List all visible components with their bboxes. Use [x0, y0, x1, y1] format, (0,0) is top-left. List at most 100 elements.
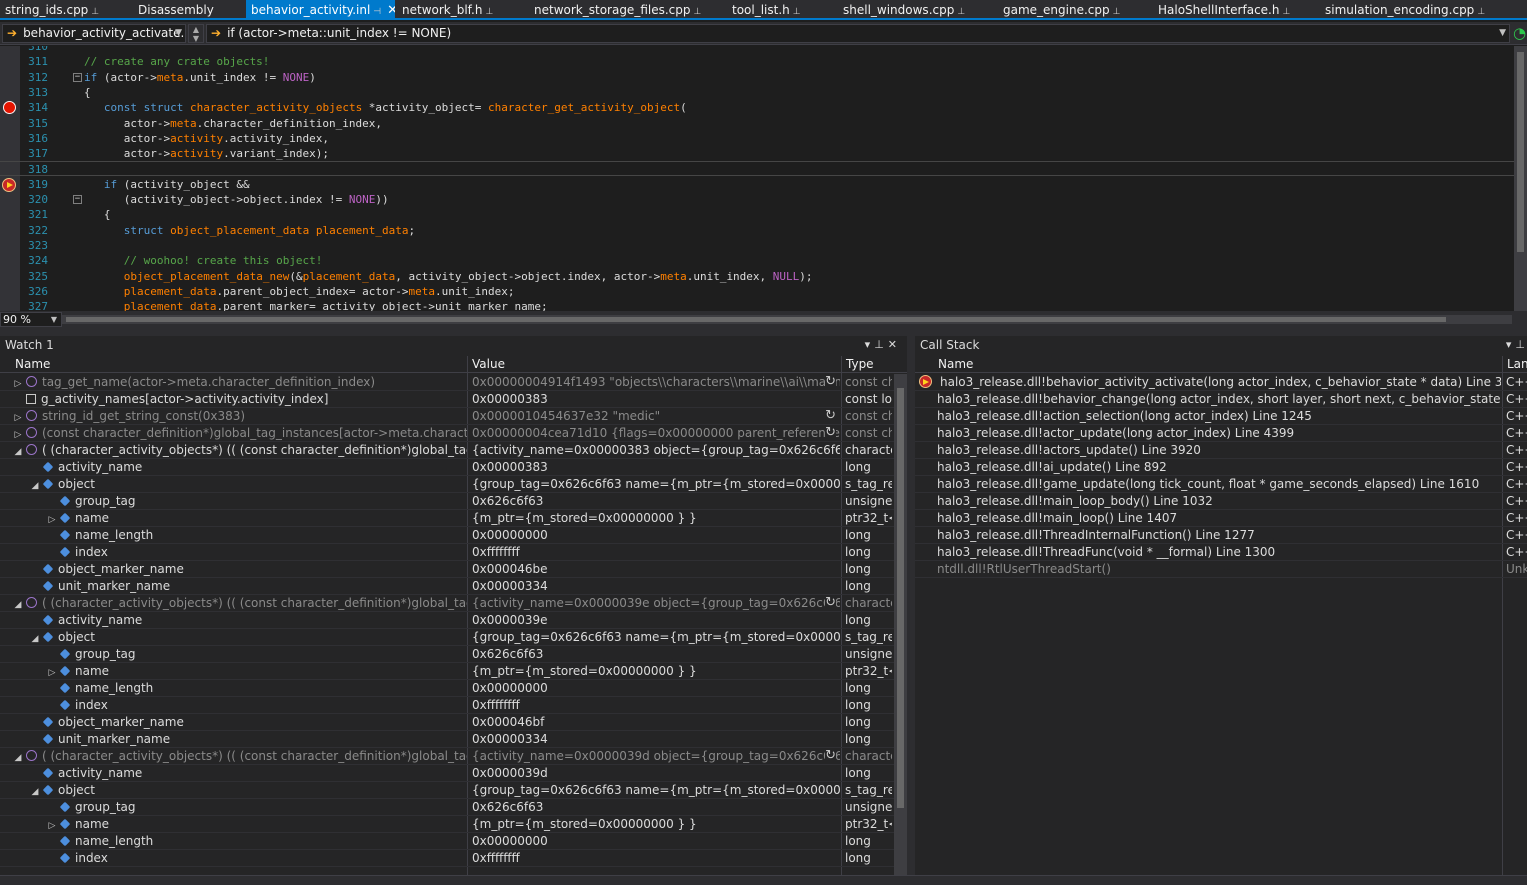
watch-name-cell[interactable]: index: [46, 697, 467, 713]
window-menu-icon[interactable]: ▾: [1506, 338, 1516, 351]
code-line[interactable]: 318: [0, 161, 1514, 177]
call-stack-frame[interactable]: halo3_release.dll!action_selection(long …: [915, 408, 1527, 425]
watch-name-cell[interactable]: ▷ name: [46, 510, 467, 526]
close-tab-icon[interactable]: ✕: [387, 3, 395, 18]
watch-value-cell[interactable]: {group_tag=0x626c6f63 name={m_ptr={m_sto…: [472, 629, 840, 645]
call-stack-frame[interactable]: halo3_release.dll!actors_update() Line 3…: [915, 442, 1527, 459]
editor-vertical-scrollbar[interactable]: [1514, 46, 1527, 311]
expand-arrow-icon[interactable]: ▷: [12, 427, 24, 441]
code-line[interactable]: 311 // create any crate objects!: [0, 54, 1514, 69]
watch-name-cell[interactable]: ◢ ( (character_activity_objects*) (( (con…: [12, 595, 467, 611]
pin-icon[interactable]: ⊥: [874, 338, 888, 351]
pin-icon[interactable]: ⊣: [373, 7, 381, 17]
watch-name-cell[interactable]: name_length: [46, 680, 467, 696]
refresh-icon[interactable]: ↻: [825, 595, 836, 611]
code-line[interactable]: 326 placement_data.parent_object_index= …: [0, 284, 1514, 299]
watch-value-cell[interactable]: {activity_name=0x00000383 object={group_…: [472, 442, 840, 458]
watch-name-cell[interactable]: index: [46, 544, 467, 560]
tab-shell-windows-cpp[interactable]: shell_windows.cpp ⊥: [838, 0, 996, 18]
refresh-icon[interactable]: ↻: [825, 374, 836, 390]
watch-value-cell[interactable]: 0x00000004914f1493 "objects\\characters\…: [472, 374, 840, 390]
watch-name-cell[interactable]: g_activity_names[actor->activity.activit…: [12, 391, 467, 407]
watch-row[interactable]: ▷ name {m_ptr={m_stored=0x00000000 } } ptr3…: [0, 510, 907, 527]
code-line[interactable]: 319 if (activity_object &&: [0, 177, 1514, 192]
watch-name-cell[interactable]: unit_marker_name: [29, 578, 467, 594]
watch-row[interactable]: index 0xffffffff long: [0, 544, 907, 561]
code-line[interactable]: 315 actor->meta.character_definition_ind…: [0, 116, 1514, 131]
code-line[interactable]: 316 actor->activity.activity_index,: [0, 131, 1514, 146]
watch-value-cell[interactable]: 0x00000334: [472, 731, 840, 747]
code-line[interactable]: 322 struct object_placement_data placeme…: [0, 223, 1514, 238]
expand-arrow-icon[interactable]: ▷: [12, 376, 24, 390]
scrollbar-thumb[interactable]: [897, 388, 904, 808]
tab-behavior-activity-inl[interactable]: behavior_activity.inl⊣ ✕: [246, 0, 395, 18]
breakpoint-icon[interactable]: [3, 101, 16, 115]
expand-arrow-icon[interactable]: ▷: [46, 665, 58, 679]
watch-row[interactable]: ◢ ( (character_activity_objects*) (( (con…: [0, 595, 907, 612]
tab-network-blf-h[interactable]: network_blf.h ⊥: [397, 0, 527, 18]
watch-row[interactable]: g_activity_names[actor->activity.activit…: [0, 391, 907, 408]
code-line[interactable]: 314 const struct character_activity_obje…: [0, 100, 1514, 115]
watch-row[interactable]: activity_name 0x00000383 long: [0, 459, 907, 476]
tab-simulation-encoding-cpp[interactable]: simulation_encoding.cpp ⊥: [1320, 0, 1500, 18]
watch-value-cell[interactable]: 0x00000004cea71d10 {flags=0x00000000 par…: [472, 425, 840, 441]
statement-dropdown[interactable]: ➔ if (actor->meta::unit_index != NONE) ▼: [206, 24, 1510, 43]
tab-string-ids-cpp[interactable]: string_ids.cpp ⊥: [0, 0, 128, 18]
code-line[interactable]: 321 {: [0, 207, 1514, 222]
code-line[interactable]: 320 − (activity_object->object.index != N…: [0, 192, 1514, 207]
pin-icon[interactable]: ⊥: [1515, 338, 1527, 351]
watch-row[interactable]: group_tag 0x626c6f63 unsigned: [0, 799, 907, 816]
call-stack-frame[interactable]: halo3_release.dll!ai_update() Line 892 C+…: [915, 459, 1527, 476]
call-stack-frame[interactable]: halo3_release.dll!game_update(long tick_…: [915, 476, 1527, 493]
watch-value-cell[interactable]: 0x00000334: [472, 578, 840, 594]
watch-name-cell[interactable]: ◢ ( (character_activity_objects*) (( (con…: [12, 442, 467, 458]
watch-row[interactable]: ▷ name {m_ptr={m_stored=0x00000000 } } ptr3…: [0, 816, 907, 833]
watch-row[interactable]: ◢ object {group_tag=0x626c6f63 name={m_ptr…: [0, 782, 907, 799]
watch-name-cell[interactable]: group_tag: [46, 799, 467, 815]
column-value-header[interactable]: Value: [472, 356, 505, 373]
call-stack-frame[interactable]: halo3_release.dll!behavior_change(long a…: [915, 391, 1527, 408]
watch-row[interactable]: name_length 0x00000000 long: [0, 680, 907, 697]
collapse-arrow-icon[interactable]: ◢: [12, 750, 24, 764]
watch-value-cell[interactable]: {m_ptr={m_stored=0x00000000 } }: [472, 663, 840, 679]
editor-horizontal-scrollbar[interactable]: [62, 315, 1512, 324]
call-stack-frame[interactable]: halo3_release.dll!behavior_activity_acti…: [915, 374, 1527, 391]
pin-icon[interactable]: ⊥: [1113, 7, 1121, 17]
split-handle[interactable]: ▲ ▼: [188, 24, 204, 43]
watch-row[interactable]: activity_name 0x0000039e long: [0, 612, 907, 629]
watch-name-cell[interactable]: unit_marker_name: [29, 731, 467, 747]
collapse-icon[interactable]: −: [73, 72, 82, 82]
watch-value-cell[interactable]: {group_tag=0x626c6f63 name={m_ptr={m_sto…: [472, 782, 840, 798]
current-statement-breakpoint-icon[interactable]: [2, 177, 16, 192]
watch-value-cell[interactable]: 0x0000039d: [472, 765, 840, 781]
watch-value-cell[interactable]: 0x00000000: [472, 527, 840, 543]
watch-value-cell[interactable]: 0x626c6f63: [472, 493, 840, 509]
watch-row[interactable]: ◢ object {group_tag=0x626c6f63 name={m_ptr…: [0, 629, 907, 646]
watch-name-cell[interactable]: ▷ string_id_get_string_const(0x383): [12, 408, 467, 424]
code-line[interactable]: 313 {: [0, 85, 1514, 100]
pin-icon[interactable]: ⊥: [91, 7, 99, 17]
call-stack-frame[interactable]: halo3_release.dll!ThreadInternalFunction…: [915, 527, 1527, 544]
watch-name-cell[interactable]: object_marker_name: [29, 714, 467, 730]
expand-arrow-icon[interactable]: ▷: [12, 410, 24, 424]
call-stack-frame[interactable]: ntdll.dll!RtlUserThreadStart() Unk: [915, 561, 1527, 578]
watch-name-cell[interactable]: name_length: [46, 527, 467, 543]
watch-name-cell[interactable]: ▷ tag_get_name(actor->meta.character_defi…: [12, 374, 467, 390]
refresh-icon[interactable]: ↻: [825, 748, 836, 764]
watch-name-cell[interactable]: ▷ name: [46, 816, 467, 832]
expand-arrow-icon[interactable]: ▷: [46, 818, 58, 832]
watch-row[interactable]: activity_name 0x0000039d long: [0, 765, 907, 782]
watch-value-cell[interactable]: 0x000046bf: [472, 714, 840, 730]
expand-arrow-icon[interactable]: ▷: [46, 512, 58, 526]
code-line[interactable]: 327 placement_data.parent_marker= activi…: [0, 299, 1514, 311]
code-line[interactable]: 324 // woohoo! create this object!: [0, 253, 1514, 268]
watch-row[interactable]: name_length 0x00000000 long: [0, 527, 907, 544]
watch-row[interactable]: ▷ name {m_ptr={m_stored=0x00000000 } } ptr3…: [0, 663, 907, 680]
watch-row[interactable]: index 0xffffffff long: [0, 850, 907, 867]
watch-name-cell[interactable]: group_tag: [46, 646, 467, 662]
call-stack-frame[interactable]: halo3_release.dll!main_loop_body() Line …: [915, 493, 1527, 510]
refresh-icon[interactable]: ◔: [1513, 25, 1527, 41]
watch-row[interactable]: ◢ ( (character_activity_objects*) (( (con…: [0, 442, 907, 459]
watch-value-cell[interactable]: 0xffffffff: [472, 697, 840, 713]
call-stack-frame[interactable]: halo3_release.dll!ThreadFunc(void * __fo…: [915, 544, 1527, 561]
